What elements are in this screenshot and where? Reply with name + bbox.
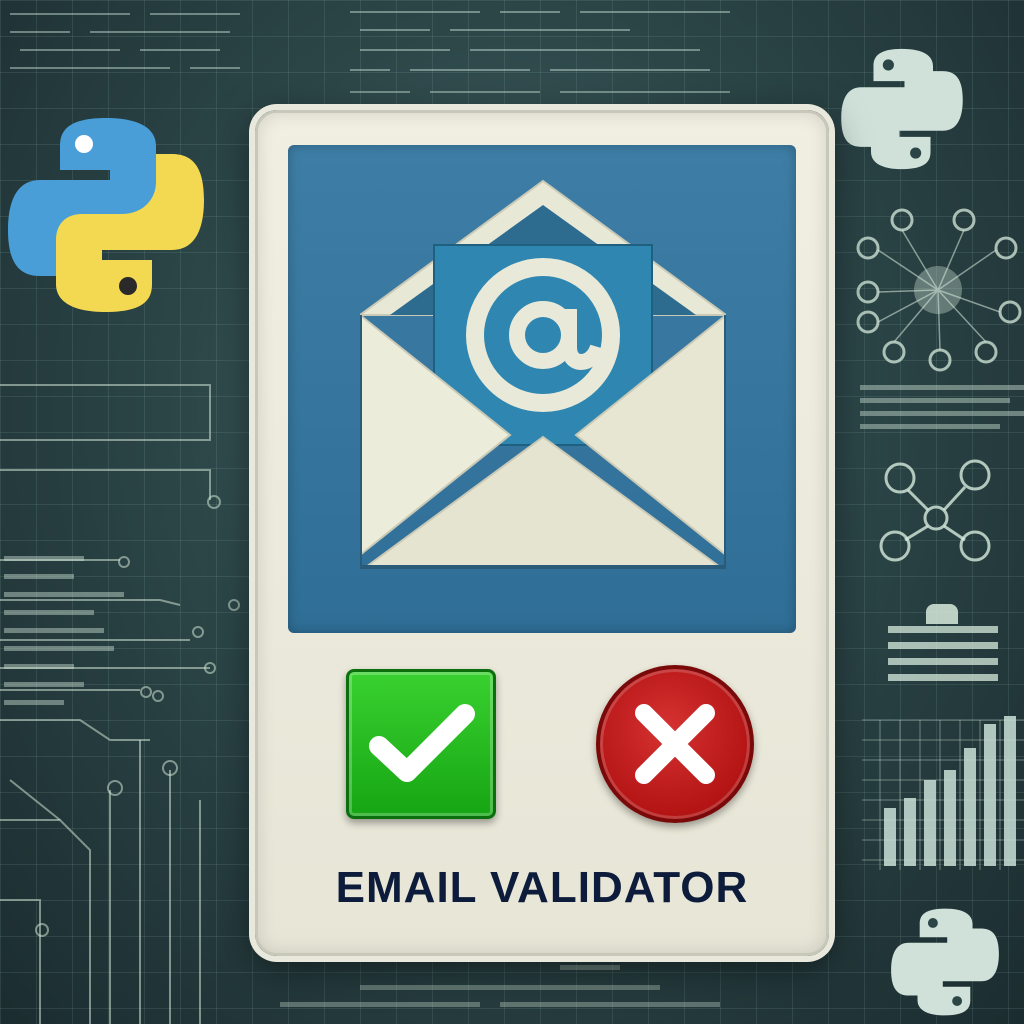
- valid-checkmark-button[interactable]: [346, 669, 496, 819]
- x-icon: [635, 704, 715, 784]
- python-logo-icon: [891, 908, 999, 1016]
- envelope-icon: [360, 179, 726, 569]
- app-title: EMAIL VALIDATOR: [335, 863, 749, 912]
- python-logo-icon: [8, 118, 204, 312]
- python-logo-icon: [841, 48, 963, 170]
- checkmark-icon: [369, 704, 475, 782]
- invalid-x-button[interactable]: [596, 665, 754, 823]
- email-validator-card: EMAIL VALIDATOR: [255, 110, 829, 956]
- envelope-panel: [288, 145, 796, 633]
